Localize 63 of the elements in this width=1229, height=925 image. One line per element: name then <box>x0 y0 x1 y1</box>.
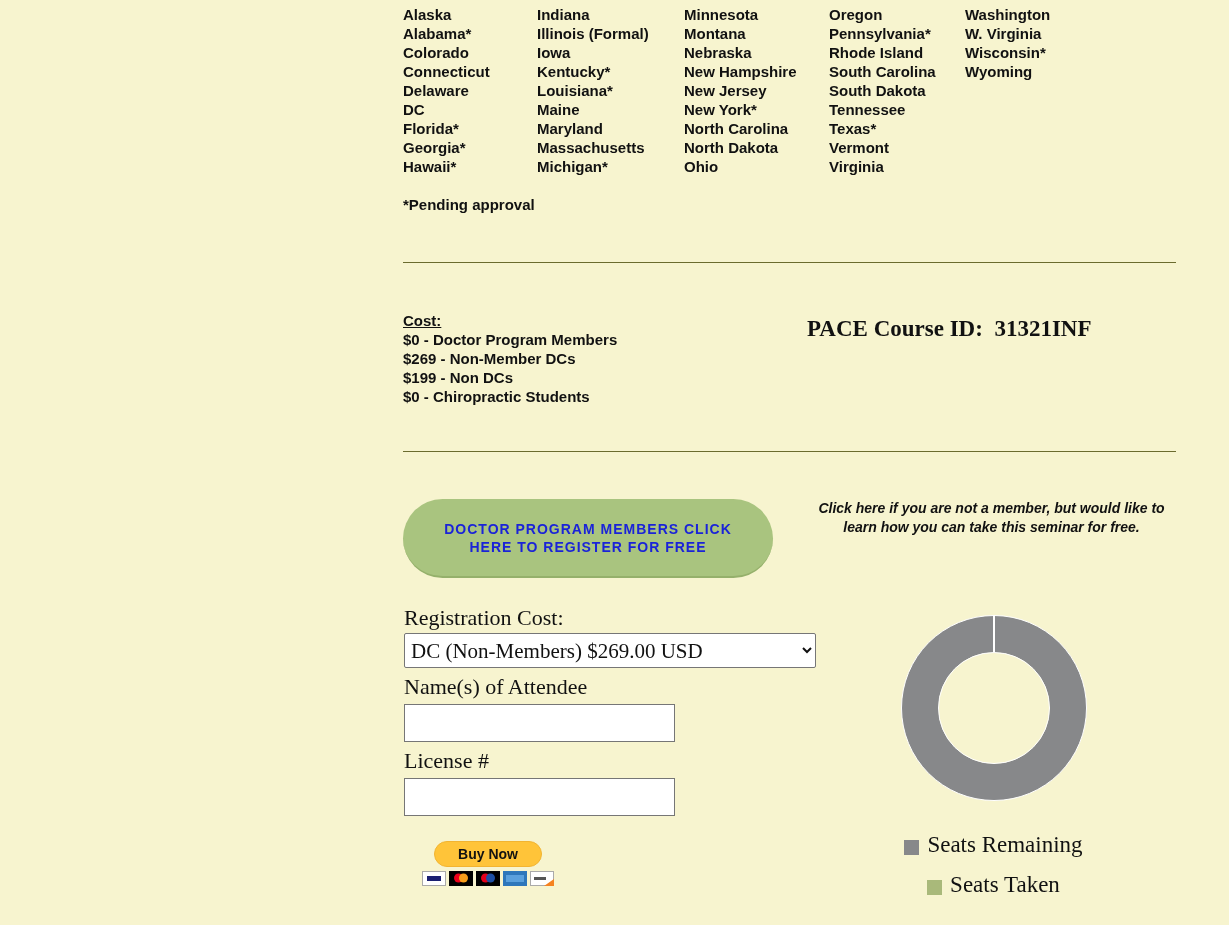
card-icon <box>476 871 500 886</box>
state-name: New Jersey <box>684 81 768 100</box>
state-name: Maine <box>537 100 581 119</box>
state-name: Wisconsin* <box>965 43 1047 62</box>
state-name: Wyoming <box>965 62 1034 81</box>
state-name: Pennsylvania* <box>829 24 932 43</box>
non-member-link[interactable]: Click here if you are not a member, but would like to learn how you can take this seminar for free. <box>809 499 1174 537</box>
state-name: Tennessee <box>829 100 907 119</box>
state-name: Texas* <box>829 119 878 138</box>
state-name: Montana <box>684 24 747 43</box>
pending-note: *Pending approval <box>403 195 536 214</box>
state-name: Massachusetts <box>537 138 646 157</box>
state-name: Iowa <box>537 43 572 62</box>
state-name: W. Virginia <box>965 24 1043 43</box>
state-name: Nebraska <box>684 43 753 62</box>
card-icon <box>449 871 473 886</box>
state-name: Indiana <box>537 5 591 24</box>
cost-line: $0 - Chiropractic Students <box>403 387 591 406</box>
card-icon <box>530 871 554 886</box>
state-name: North Dakota <box>684 138 780 157</box>
cost-line: $0 - Doctor Program Members <box>403 330 619 349</box>
field-label: Registration Cost: <box>404 604 565 632</box>
state-name: Washington <box>965 5 1052 24</box>
registration-cost-select[interactable]: DC (Non-Members) $269.00 USD <box>404 633 816 668</box>
state-name: Louisiana* <box>537 81 614 100</box>
state-name: North Carolina <box>684 119 790 138</box>
state-name: Illinois (Formal) <box>537 24 650 43</box>
state-name: South Dakota <box>829 81 927 100</box>
state-name: Minnesota <box>684 5 760 24</box>
state-name: Oregon <box>829 5 884 24</box>
card-icon <box>503 871 527 886</box>
state-name: Colorado <box>403 43 470 62</box>
state-name: Michigan* <box>537 157 609 176</box>
state-name: DC <box>403 100 426 119</box>
state-name: Virginia <box>829 157 885 176</box>
state-name: Alaska <box>403 5 453 24</box>
state-name: New Hampshire <box>684 62 798 81</box>
state-name: Maryland <box>537 119 604 138</box>
state-name: Florida* <box>403 119 460 138</box>
legend-label: Seats Taken <box>950 870 1060 899</box>
cost-line: $269 - Non-Member DCs <box>403 349 577 368</box>
buy-now-button[interactable]: Buy Now <box>434 841 542 867</box>
cost-heading: Cost: <box>403 311 443 330</box>
state-name: Kentucky* <box>537 62 612 81</box>
state-name: Delaware <box>403 81 470 100</box>
state-name: Vermont <box>829 138 890 157</box>
register-button[interactable]: DOCTOR PROGRAM MEMBERS CLICK HERE TO REGISTER FOR FREE <box>403 499 773 578</box>
state-name: South Carolina <box>829 62 937 81</box>
state-name: Alabama* <box>403 24 473 43</box>
cost-line: $199 - Non DCs <box>403 368 515 387</box>
field-label: Name(s) of Attendee <box>404 673 589 701</box>
card-icon <box>422 871 446 886</box>
state-name: Georgia* <box>403 138 467 157</box>
state-name: Connecticut <box>403 62 491 81</box>
field-label: License # <box>404 747 490 775</box>
state-name: Rhode Island <box>829 43 925 62</box>
state-name: Ohio <box>684 157 720 176</box>
course-id: PACE Course ID: 31321INF <box>807 315 1092 343</box>
state-name: New York* <box>684 100 758 119</box>
license-input[interactable] <box>404 778 675 816</box>
state-name: Hawaii* <box>403 157 458 176</box>
legend-label: Seats Remaining <box>927 830 1083 859</box>
attendee-input[interactable] <box>404 704 675 742</box>
